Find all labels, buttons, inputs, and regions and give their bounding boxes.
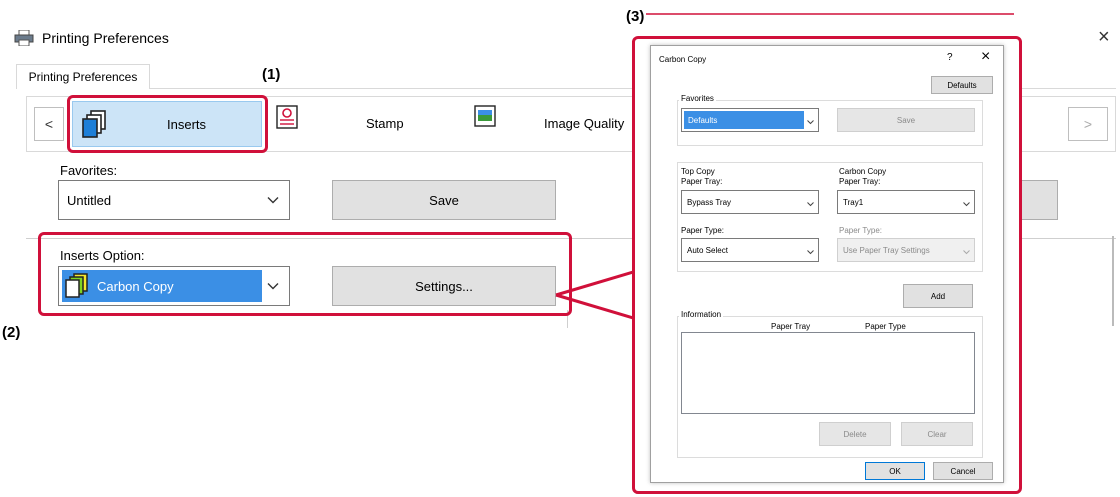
ribbon-item-image-quality[interactable]: Image Quality: [470, 101, 628, 147]
ok-button-label: OK: [889, 466, 901, 476]
help-button[interactable]: ?: [947, 52, 953, 63]
callout-1-label: (1): [262, 66, 281, 83]
dialog-favorites-select[interactable]: Defaults: [681, 108, 819, 132]
carbon-copy-type-value: Use Paper Tray Settings: [843, 245, 930, 255]
carbon-copy-paper-tray-select[interactable]: Tray1: [837, 190, 975, 214]
info-col-paper-tray: Paper Tray: [771, 322, 811, 331]
window-close-button[interactable]: ×: [1098, 26, 1110, 49]
ribbon-prev-button[interactable]: <: [34, 107, 64, 141]
ribbon-item-label: Image Quality: [544, 116, 625, 131]
cancel-button[interactable]: Cancel: [933, 462, 993, 480]
dialog-favorites-value: Defaults: [688, 116, 718, 125]
top-copy-paper-tray-select[interactable]: Bypass Tray: [681, 190, 819, 214]
top-copy-tray-value: Bypass Tray: [687, 197, 732, 207]
carbon-copy-legend: Carbon Copy: [839, 167, 887, 176]
information-list[interactable]: [681, 332, 975, 414]
top-copy-type-label: Paper Type:: [681, 226, 724, 235]
carbon-copy-tray-label: Paper Tray:: [839, 177, 881, 186]
add-button-label: Add: [930, 291, 946, 301]
ok-button[interactable]: OK: [865, 462, 925, 480]
defaults-button-label: Defaults: [947, 80, 977, 90]
stamp-icon: [276, 105, 298, 132]
info-col-paper-type: Paper Type: [865, 322, 906, 331]
add-button[interactable]: Add: [903, 284, 973, 308]
top-copy-tray-label: Paper Tray:: [681, 177, 723, 186]
dialog-close-button[interactable]: ×: [981, 48, 990, 66]
top-copy-legend: Top Copy: [681, 167, 715, 176]
carbon-copy-paper-type-select[interactable]: Use Paper Tray Settings: [837, 238, 975, 262]
delete-button-label: Delete: [843, 429, 867, 439]
dialog-favorites-save-button[interactable]: Save: [837, 108, 975, 132]
chevron-down-icon: [963, 248, 970, 257]
printer-icon: [14, 29, 34, 47]
favorites-value: Untitled: [67, 192, 112, 208]
favorites-save-button[interactable]: Save: [332, 180, 556, 220]
ribbon-item-label: Stamp: [366, 116, 404, 131]
ribbon-item-stamp[interactable]: Stamp: [272, 101, 462, 147]
cancel-button-label: Cancel: [950, 466, 976, 476]
carbon-copy-dialog: Carbon Copy ? × Defaults Favorites Defau…: [650, 45, 1004, 483]
window-right-edge: [1112, 236, 1114, 326]
chevron-left-icon: <: [44, 116, 54, 132]
top-copy-type-value: Auto Select: [687, 245, 728, 255]
clear-button[interactable]: Clear: [901, 422, 973, 446]
favorites-group-legend: Favorites: [679, 94, 716, 103]
clear-button-label: Clear: [927, 429, 947, 439]
image-quality-icon: [474, 105, 496, 130]
chevron-down-icon: [963, 200, 970, 209]
callout-2-label: (2): [2, 324, 21, 341]
tab-label: Printing Preferences: [28, 70, 138, 84]
tab-printing-preferences[interactable]: Printing Preferences: [16, 64, 150, 89]
dialog-title: Carbon Copy: [659, 55, 707, 64]
defaults-button[interactable]: Defaults: [931, 76, 993, 94]
callout-2-highlight: [38, 232, 572, 316]
callout-3-label: (3): [624, 8, 647, 25]
carbon-copy-tray-value: Tray1: [843, 197, 864, 207]
information-legend: Information: [679, 310, 724, 319]
carbon-copy-type-label: Paper Type:: [839, 226, 882, 235]
chevron-down-icon: [807, 118, 814, 127]
chevron-right-icon: >: [1083, 116, 1093, 132]
favorites-select[interactable]: Untitled: [58, 180, 290, 220]
callout-1-highlight: [67, 95, 268, 153]
chevron-down-icon: [807, 248, 814, 257]
ribbon-next-button[interactable]: >: [1068, 107, 1108, 141]
favorites-label: Favorites:: [60, 163, 118, 178]
window-title: Printing Preferences: [42, 30, 169, 46]
chevron-down-icon: [807, 200, 814, 209]
dialog-save-label: Save: [896, 115, 916, 125]
top-copy-paper-type-select[interactable]: Auto Select: [681, 238, 819, 262]
chevron-down-icon: [267, 193, 279, 208]
delete-button[interactable]: Delete: [819, 422, 891, 446]
save-button-label: Save: [429, 192, 459, 208]
